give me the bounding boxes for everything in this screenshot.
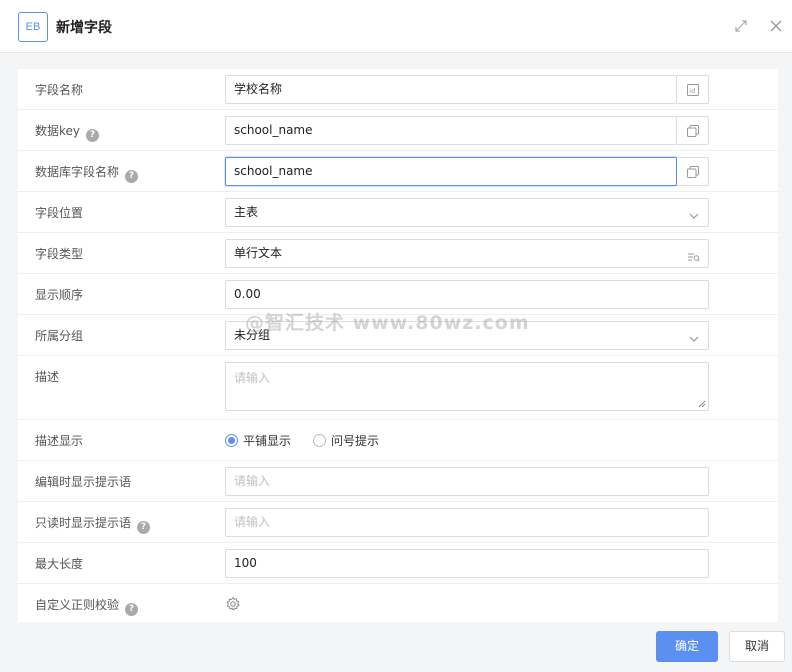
db-field-input[interactable]: school_name [225, 157, 677, 186]
max-length-value: 100 [234, 556, 257, 570]
edit-hint-label: 编辑时显示提示语 [35, 475, 132, 489]
row-desc: 描述 请输入 [18, 356, 778, 420]
form-body: 字段名称 学校名称 id 数据key? school_name 数据库字段名称?… [18, 69, 778, 622]
app-logo: EB [18, 12, 48, 42]
db-field-label: 数据库字段名称? [35, 163, 139, 183]
order-label: 显示顺序 [35, 288, 84, 302]
radio-checked-icon [225, 434, 238, 447]
list-search-icon[interactable] [687, 246, 700, 273]
maximize-icon[interactable] [733, 18, 749, 34]
copy-icon[interactable] [677, 157, 709, 186]
max-length-label: 最大长度 [35, 557, 84, 571]
group-label: 所属分组 [35, 329, 84, 343]
edit-hint-input[interactable]: 请输入 [225, 467, 709, 496]
row-data-key: 数据key? school_name [18, 110, 778, 151]
radio-tile-display[interactable]: 平铺显示 [225, 432, 291, 449]
id-icon[interactable]: id [677, 75, 709, 104]
radio-tile-label: 平铺显示 [243, 434, 292, 448]
data-key-label: 数据key? [35, 122, 100, 142]
row-readonly-hint: 只读时显示提示语? 请输入 [18, 502, 778, 543]
confirm-button[interactable]: 确定 [656, 631, 718, 662]
row-position: 字段位置 主表 [18, 192, 778, 233]
field-name-label: 字段名称 [35, 83, 84, 97]
radio-unchecked-icon [313, 434, 327, 447]
help-icon[interactable]: ? [125, 170, 139, 183]
order-input[interactable]: 0.00 [225, 280, 709, 309]
field-name-input[interactable]: 学校名称 [225, 75, 677, 104]
position-label: 字段位置 [35, 206, 84, 220]
chevron-down-icon [688, 205, 700, 232]
readonly-hint-label: 只读时显示提示语? [35, 514, 151, 534]
group-select[interactable]: 未分组 [225, 321, 709, 350]
close-icon[interactable] [768, 18, 784, 34]
db-field-value: school_name [234, 164, 313, 178]
readonly-hint-placeholder: 请输入 [234, 515, 271, 529]
type-select[interactable]: 单行文本 [225, 239, 709, 268]
resize-handle[interactable] [698, 400, 706, 408]
cancel-button[interactable]: 取消 [729, 631, 785, 662]
edit-hint-placeholder: 请输入 [234, 474, 271, 488]
custom-regex-label: 自定义正则校验? [35, 596, 139, 616]
row-type: 字段类型 单行文本 [18, 233, 778, 274]
desc-textarea[interactable]: 请输入 [225, 362, 709, 411]
row-max-length: 最大长度 100 [18, 543, 778, 584]
svg-text:id: id [689, 87, 695, 95]
gear-icon[interactable] [225, 596, 241, 615]
desc-display-radio-group: 平铺显示 问号提示 [225, 432, 401, 449]
max-length-input[interactable]: 100 [225, 549, 709, 578]
chevron-down-icon [688, 328, 700, 355]
field-name-value: 学校名称 [234, 82, 283, 96]
help-icon[interactable]: ? [125, 603, 139, 616]
desc-label: 描述 [35, 370, 60, 384]
type-label: 字段类型 [35, 247, 84, 261]
group-value: 未分组 [234, 328, 271, 342]
desc-placeholder: 请输入 [234, 371, 271, 385]
order-value: 0.00 [234, 287, 261, 301]
data-key-value: school_name [234, 123, 313, 137]
dialog-title: 新增字段 [56, 20, 112, 36]
readonly-hint-input[interactable]: 请输入 [225, 508, 709, 537]
dialog-footer: 确定 取消 [0, 622, 792, 672]
help-icon[interactable]: ? [137, 521, 151, 534]
position-value: 主表 [234, 205, 259, 219]
data-key-input[interactable]: school_name [225, 116, 677, 145]
radio-question-hint[interactable]: 问号提示 [313, 432, 379, 449]
add-field-dialog: EB 新增字段 字段名称 学校名称 id 数据key? school_name [0, 0, 792, 672]
row-edit-hint: 编辑时显示提示语 请输入 [18, 461, 778, 502]
row-field-name: 字段名称 学校名称 id [18, 69, 778, 110]
radio-question-label: 问号提示 [331, 434, 380, 448]
row-custom-regex: 自定义正则校验? [18, 584, 778, 622]
row-desc-display: 描述显示 平铺显示 问号提示 [18, 420, 778, 461]
copy-icon[interactable] [677, 116, 709, 145]
row-group: 所属分组 未分组 [18, 315, 778, 356]
desc-display-label: 描述显示 [35, 434, 84, 448]
dialog-header: EB 新增字段 [0, 0, 792, 53]
position-select[interactable]: 主表 [225, 198, 709, 227]
row-db-field: 数据库字段名称? school_name [18, 151, 778, 192]
type-value: 单行文本 [234, 246, 283, 260]
row-order: 显示顺序 0.00 [18, 274, 778, 315]
help-icon[interactable]: ? [86, 129, 100, 142]
